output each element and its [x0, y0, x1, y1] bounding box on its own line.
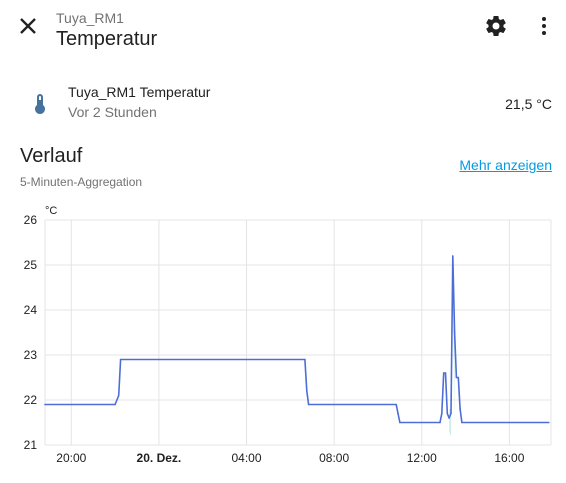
data-point — [451, 255, 454, 257]
entity-last-changed: Vor 2 Stunden — [68, 104, 157, 120]
history-aggregation: 5-Minuten-Aggregation — [20, 175, 143, 189]
y-axis-unit: °C — [45, 205, 57, 217]
data-point — [442, 372, 445, 374]
data-point — [444, 372, 447, 374]
entity-name: Tuya_RM1 Temperatur — [68, 84, 211, 100]
more-info-link[interactable]: Mehr anzeigen — [459, 157, 552, 173]
data-point — [448, 417, 450, 419]
x-tick-label: 04:00 — [232, 451, 262, 465]
data-point — [114, 403, 116, 406]
data-point — [453, 331, 456, 334]
data-point — [397, 412, 399, 415]
data-point — [457, 376, 460, 379]
data-point — [548, 421, 550, 424]
dialog-title: Temperatur — [56, 28, 158, 50]
y-tick-label: 24 — [24, 303, 38, 317]
data-point — [461, 421, 463, 424]
data-point — [395, 403, 398, 406]
x-tick-label: 08:00 — [319, 451, 349, 465]
y-tick-label: 25 — [24, 258, 38, 272]
more-options-button[interactable] — [532, 14, 556, 38]
data-point — [439, 421, 441, 424]
entity-row: Tuya_RM1 Temperatur Vor 2 Stunden 21,5 °… — [0, 80, 566, 128]
y-tick-label: 23 — [24, 348, 38, 362]
history-chart: 21 22 23 24 25 26 20:00 20. Dez. 04:00 08:00 12:00… — [24, 205, 552, 465]
data-point — [305, 390, 308, 392]
close-icon — [20, 18, 36, 34]
data-point — [44, 403, 46, 406]
gear-icon — [486, 16, 506, 36]
data-point — [307, 403, 310, 406]
y-tick-label: 26 — [24, 213, 38, 227]
y-tick-label: 22 — [24, 393, 38, 407]
x-tick-label: 12:00 — [407, 451, 437, 465]
more-vertical-icon — [542, 17, 546, 35]
thermometer-icon — [28, 92, 52, 116]
data-point — [399, 421, 401, 424]
entity-state-value: 21,5 °C — [505, 96, 552, 112]
data-point — [446, 412, 449, 415]
y-tick-label: 21 — [24, 438, 38, 452]
close-button[interactable] — [14, 12, 42, 40]
dialog-header: Tuya_RM1 Temperatur — [0, 0, 566, 56]
data-point — [119, 358, 122, 361]
series-line — [45, 255, 549, 424]
data-point — [441, 412, 443, 415]
x-tick-label: 20:00 — [56, 451, 86, 465]
data-point — [450, 412, 452, 415]
data-point — [304, 358, 306, 361]
data-point — [459, 408, 461, 410]
history-title: Verlauf — [20, 145, 83, 167]
settings-button[interactable] — [484, 14, 508, 38]
x-tick-label: 20. Dez. — [137, 451, 182, 465]
dialog-subtitle: Tuya_RM1 — [56, 10, 124, 26]
x-tick-label: 16:00 — [494, 451, 524, 465]
data-point — [117, 394, 120, 397]
data-point — [455, 376, 458, 379]
